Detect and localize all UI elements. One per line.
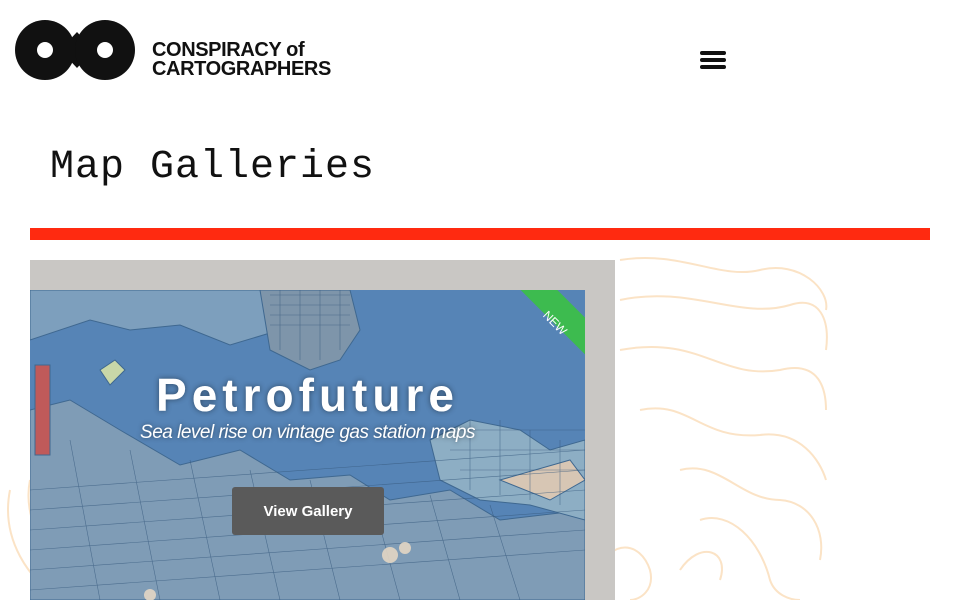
gallery-map-image: NEW Petrofuture Sea level rise on vintag… [30,290,585,600]
menu-bar [700,58,726,62]
page-title: Map Galleries [50,145,376,190]
site-logo[interactable]: CONSPIRACY of CARTOGRAPHERS [15,20,345,80]
menu-bar [700,51,726,55]
view-gallery-button[interactable]: View Gallery [232,487,384,535]
accent-divider [30,228,930,240]
menu-bar [700,65,726,69]
logo-line-2: CARTOGRAPHERS [152,58,331,80]
gallery-subtitle: Sea level rise on vintage gas station ma… [140,422,475,443]
gallery-title: Petrofuture [156,369,459,421]
gallery-card[interactable]: NEW Petrofuture Sea level rise on vintag… [30,260,615,600]
logo-mark-icon [15,20,135,80]
logo-text: CONSPIRACY of CARTOGRAPHERS [152,40,331,80]
hamburger-menu-icon[interactable] [698,46,728,74]
vintage-map-illustration [30,290,585,600]
